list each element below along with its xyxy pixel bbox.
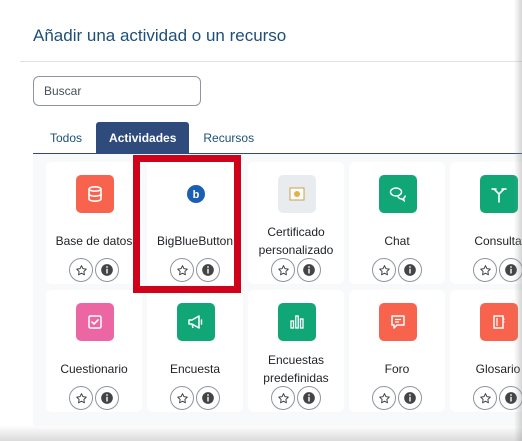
activity-card-encuestas-predefinidas[interactable]: Encuestas predefinidas bbox=[248, 290, 344, 412]
tab-recursos[interactable]: Recursos bbox=[189, 122, 268, 154]
activity-card-base-de-datos[interactable]: Base de datos bbox=[46, 162, 142, 284]
card-actions bbox=[349, 386, 445, 410]
info-icon[interactable] bbox=[95, 386, 119, 410]
forum-icon bbox=[379, 303, 417, 341]
card-actions bbox=[248, 386, 344, 410]
card-actions bbox=[248, 258, 344, 282]
svg-text:b: b bbox=[193, 189, 200, 201]
activity-label: Certificado personalizado bbox=[258, 225, 334, 257]
info-icon[interactable] bbox=[297, 386, 321, 410]
star-icon[interactable] bbox=[271, 258, 295, 282]
activity-card-bigbluebutton[interactable]: b BigBlueButton bbox=[147, 162, 243, 284]
info-icon[interactable] bbox=[196, 258, 220, 282]
star-icon[interactable] bbox=[69, 258, 93, 282]
activity-card-cuestionario[interactable]: Cuestionario bbox=[46, 290, 142, 412]
activity-label: Consulta bbox=[474, 234, 522, 248]
search-placeholder: Buscar bbox=[44, 84, 82, 98]
activity-card-encuesta[interactable]: Encuesta bbox=[147, 290, 243, 412]
activity-label: BigBlueButton bbox=[156, 234, 234, 248]
card-actions bbox=[147, 386, 243, 410]
activity-label: Encuestas predefinidas bbox=[263, 353, 329, 385]
activity-card-certificado[interactable]: Certificado personalizado bbox=[248, 162, 344, 284]
star-icon[interactable] bbox=[170, 386, 194, 410]
header-divider bbox=[20, 61, 522, 62]
info-icon[interactable] bbox=[196, 386, 220, 410]
quiz-icon bbox=[76, 303, 114, 341]
card-actions bbox=[46, 258, 142, 282]
megaphone-icon bbox=[177, 303, 215, 341]
activity-card-glosario[interactable]: Glosario bbox=[450, 290, 522, 412]
activity-chooser-modal: Añadir una actividad o un recurso Buscar… bbox=[10, 0, 522, 426]
survey-icon bbox=[278, 303, 316, 341]
activity-label: Encuesta bbox=[169, 362, 221, 376]
card-actions bbox=[147, 258, 243, 282]
tab-bar: Todos Actividades Recursos bbox=[36, 122, 268, 154]
info-icon[interactable] bbox=[398, 258, 422, 282]
info-icon[interactable] bbox=[297, 258, 321, 282]
activity-card-foro[interactable]: Foro bbox=[349, 290, 445, 412]
tab-actividades[interactable]: Actividades bbox=[96, 122, 190, 154]
choice-icon bbox=[480, 175, 518, 213]
star-icon[interactable] bbox=[473, 386, 497, 410]
card-actions bbox=[450, 258, 522, 282]
glossary-icon bbox=[480, 303, 518, 341]
activity-card-chat[interactable]: Chat bbox=[349, 162, 445, 284]
chat-icon bbox=[379, 175, 417, 213]
info-icon[interactable] bbox=[95, 258, 119, 282]
star-icon[interactable] bbox=[372, 258, 396, 282]
screenshot-shadow-right bbox=[514, 0, 522, 441]
star-icon[interactable] bbox=[170, 258, 194, 282]
card-actions bbox=[349, 258, 445, 282]
star-icon[interactable] bbox=[69, 386, 93, 410]
info-icon[interactable] bbox=[398, 386, 422, 410]
card-actions bbox=[46, 386, 142, 410]
star-icon[interactable] bbox=[372, 386, 396, 410]
activity-label: Glosario bbox=[475, 362, 521, 376]
bigbluebutton-icon: b bbox=[177, 175, 215, 213]
modal-title: Añadir una actividad o un recurso bbox=[33, 26, 287, 45]
star-icon[interactable] bbox=[473, 258, 497, 282]
certificate-icon bbox=[278, 175, 316, 213]
activity-grid: Base de datos b BigBlueButton Certificad… bbox=[33, 154, 522, 426]
database-icon bbox=[76, 175, 114, 213]
activity-card-consulta[interactable]: Consulta bbox=[450, 162, 522, 284]
search-input[interactable]: Buscar bbox=[33, 76, 201, 106]
star-icon[interactable] bbox=[271, 386, 295, 410]
activity-label: Cuestionario bbox=[60, 362, 128, 376]
tab-todos[interactable]: Todos bbox=[36, 122, 96, 154]
activity-label: Base de datos bbox=[55, 234, 133, 248]
screenshot-shadow-bottom bbox=[0, 425, 522, 441]
card-actions bbox=[450, 386, 522, 410]
activity-label: Foro bbox=[384, 362, 410, 376]
activity-label: Chat bbox=[384, 234, 410, 248]
